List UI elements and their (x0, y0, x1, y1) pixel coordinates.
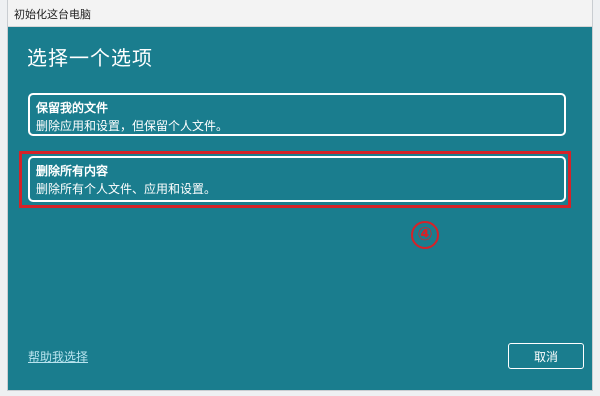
keep-my-files-option[interactable]: 保留我的文件 删除应用和设置，但保留个人文件。 (28, 93, 566, 136)
window-title: 初始化这台电脑 (14, 8, 91, 21)
option-title: 保留我的文件 (36, 101, 109, 115)
option-description: 删除所有个人文件、应用和设置。 (36, 182, 217, 196)
option-description: 删除应用和设置，但保留个人文件。 (36, 119, 229, 133)
title-bar: 初始化这台电脑 (8, 0, 592, 27)
option-title: 删除所有内容 (36, 164, 109, 178)
step-number-annotation: ④ (411, 221, 439, 249)
page-title: 选择一个选项 (27, 46, 153, 70)
help-me-choose-link[interactable]: 帮助我选择 (28, 348, 88, 365)
reset-pc-dialog: 初始化这台电脑 选择一个选项 保留我的文件 删除应用和设置，但保留个人文件。 删… (8, 0, 592, 390)
cancel-button[interactable]: 取消 (508, 343, 584, 369)
remove-everything-option[interactable]: 删除所有内容 删除所有个人文件、应用和设置。 (28, 156, 566, 202)
